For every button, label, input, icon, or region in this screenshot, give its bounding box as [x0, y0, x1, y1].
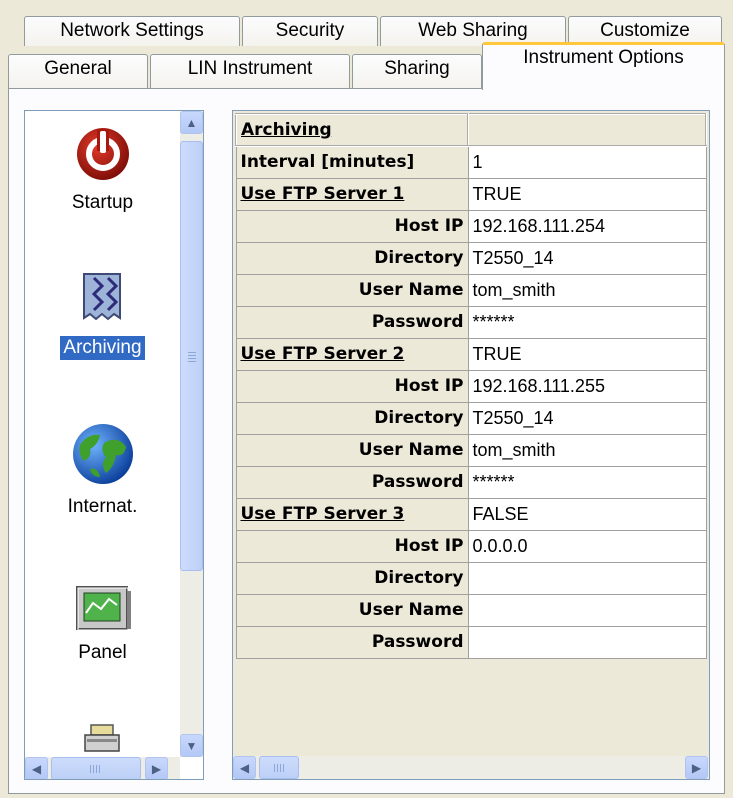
property-value[interactable]: 192.168.111.255: [467, 369, 707, 403]
scroll-right-button[interactable]: ▶: [145, 757, 168, 779]
power-icon: [76, 128, 129, 180]
scroll-left-button[interactable]: ◀: [233, 756, 256, 779]
tab-network-settings[interactable]: Network Settings: [24, 16, 240, 46]
scroll-left-button[interactable]: ◀: [25, 757, 48, 779]
property-name: Use FTP Server 3: [235, 497, 469, 531]
grid-row[interactable]: Use FTP Server 1 TRUE: [235, 177, 707, 211]
property-value[interactable]: [467, 561, 707, 595]
property-name: User Name: [235, 433, 469, 467]
archive-icon: [82, 273, 121, 321]
scroll-down-button[interactable]: ▼: [180, 734, 203, 757]
category-printer[interactable]: [25, 723, 180, 761]
globe-icon: [72, 424, 133, 484]
category-startup[interactable]: Startup: [25, 121, 180, 215]
category-panel[interactable]: Panel: [25, 583, 180, 665]
property-name: Password: [235, 465, 469, 499]
grid-header-row: Archiving: [235, 113, 707, 147]
grid-row[interactable]: Directory T2550_14: [235, 401, 707, 435]
property-value[interactable]: tom_smith: [467, 433, 707, 467]
category-horizontal-scrollbar[interactable]: ◀ ▶: [25, 757, 180, 779]
grid-row[interactable]: User Name tom_smith: [235, 433, 707, 467]
grid-header-label: Archiving: [235, 113, 469, 147]
property-value[interactable]: tom_smith: [467, 273, 707, 307]
scroll-right-button[interactable]: ▶: [685, 756, 708, 779]
tab-lin-instrument[interactable]: LIN Instrument: [150, 54, 350, 88]
grid-row[interactable]: Host IP 192.168.111.254: [235, 209, 707, 243]
property-name: Host IP: [235, 369, 469, 403]
grid-row[interactable]: Interval [minutes] 1: [235, 145, 707, 179]
grid-row[interactable]: Password: [235, 625, 707, 659]
grid-header-value: [467, 113, 707, 147]
grid-row[interactable]: Use FTP Server 3 FALSE: [235, 497, 707, 531]
grid-horizontal-scrollbar[interactable]: ◀ ▶: [233, 756, 709, 779]
grid-row[interactable]: Directory: [235, 561, 707, 595]
property-value[interactable]: [467, 593, 707, 627]
vertical-scroll-thumb[interactable]: [180, 141, 203, 571]
tab-sharing[interactable]: Sharing: [352, 54, 482, 88]
property-value[interactable]: T2550_14: [467, 241, 707, 275]
category-label: Archiving: [60, 336, 145, 360]
property-grid[interactable]: Archiving Interval [minutes] 1 Use FTP Ser…: [232, 110, 710, 780]
printer-icon: [83, 724, 120, 752]
property-name: Host IP: [235, 209, 469, 243]
tab-security[interactable]: Security: [242, 16, 378, 46]
property-name: Use FTP Server 1: [235, 177, 469, 211]
property-value[interactable]: TRUE: [467, 177, 707, 211]
chevron-up-icon: ▲: [185, 115, 198, 130]
property-table: Archiving Interval [minutes] 1 Use FTP Ser…: [235, 113, 707, 659]
property-name: User Name: [235, 273, 469, 307]
property-name: Password: [235, 305, 469, 339]
property-value[interactable]: [467, 625, 707, 659]
category-label: Startup: [71, 192, 134, 213]
property-value[interactable]: ******: [467, 465, 707, 499]
property-name: User Name: [235, 593, 469, 627]
property-name: Password: [235, 625, 469, 659]
horizontal-scroll-thumb[interactable]: [51, 757, 141, 779]
horizontal-scroll-thumb[interactable]: [259, 756, 299, 779]
property-value[interactable]: 0.0.0.0: [467, 529, 707, 563]
property-name: Directory: [235, 401, 469, 435]
grid-row[interactable]: User Name: [235, 593, 707, 627]
category-internat[interactable]: Internat.: [25, 421, 180, 519]
category-vertical-scrollbar[interactable]: ▲ ▼: [180, 111, 203, 757]
grid-row[interactable]: Host IP 192.168.111.255: [235, 369, 707, 403]
chevron-right-icon: ▶: [151, 761, 162, 776]
tab-general[interactable]: General: [8, 54, 148, 88]
property-value[interactable]: T2550_14: [467, 401, 707, 435]
category-label: Internat.: [67, 496, 138, 517]
tab-instrument-options[interactable]: Instrument Options: [482, 42, 725, 90]
chevron-down-icon: ▼: [185, 738, 198, 753]
panel-icon: [75, 586, 131, 631]
grid-row[interactable]: Password ******: [235, 465, 707, 499]
property-value[interactable]: 1: [467, 145, 707, 179]
grid-row[interactable]: Directory T2550_14: [235, 241, 707, 275]
property-value[interactable]: TRUE: [467, 337, 707, 371]
category-label: Panel: [78, 642, 127, 663]
chevron-left-icon: ◀: [239, 760, 250, 775]
property-name: Interval [minutes]: [235, 145, 469, 179]
grid-row[interactable]: Use FTP Server 2 TRUE: [235, 337, 707, 371]
property-value[interactable]: FALSE: [467, 497, 707, 531]
category-list[interactable]: Startup Archiving Internat. Panel ▲ ▼ ◀ …: [24, 110, 204, 780]
property-value[interactable]: 192.168.111.254: [467, 209, 707, 243]
chevron-right-icon: ▶: [691, 760, 702, 775]
grid-row[interactable]: Host IP 0.0.0.0: [235, 529, 707, 563]
property-name: Directory: [235, 561, 469, 595]
property-name: Use FTP Server 2: [235, 337, 469, 371]
property-name: Directory: [235, 241, 469, 275]
category-archiving[interactable]: Archiving: [25, 266, 180, 360]
grid-row[interactable]: Password ******: [235, 305, 707, 339]
property-name: Host IP: [235, 529, 469, 563]
property-value[interactable]: ******: [467, 305, 707, 339]
chevron-left-icon: ◀: [31, 761, 42, 776]
grid-row[interactable]: User Name tom_smith: [235, 273, 707, 307]
scroll-up-button[interactable]: ▲: [180, 111, 203, 134]
